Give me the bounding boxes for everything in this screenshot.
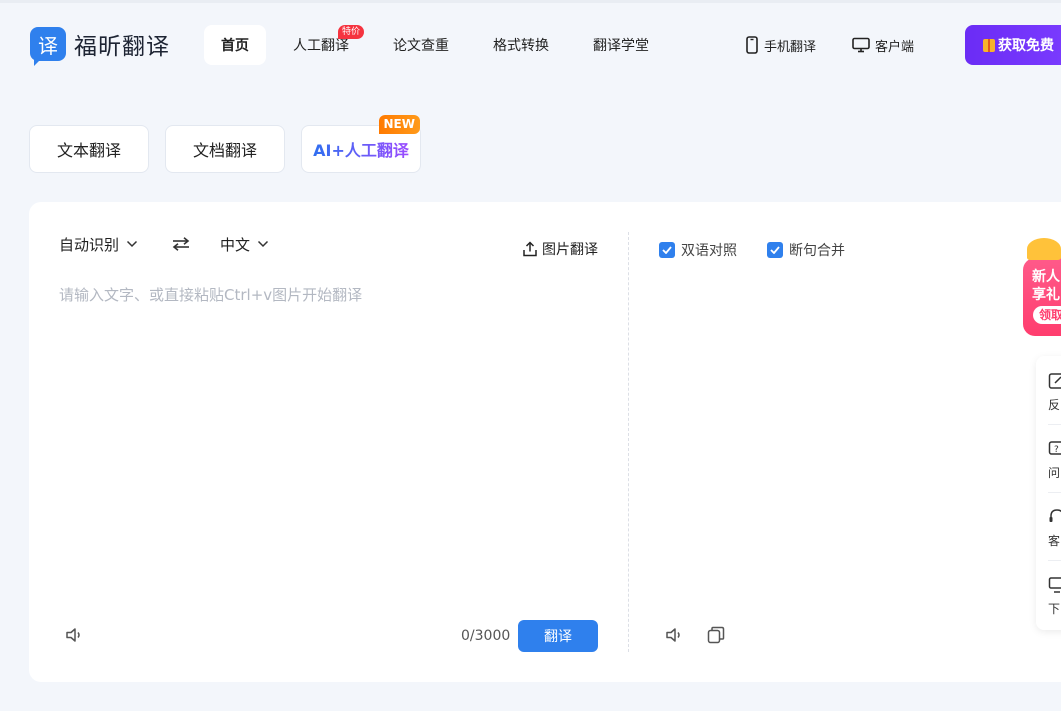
tool-label: 反	[1048, 398, 1061, 412]
newcomer-gift-promo[interactable]: 新人 享礼 领取	[1023, 238, 1061, 336]
feedback-tool[interactable]: 反	[1048, 362, 1061, 422]
swap-languages-button[interactable]	[172, 237, 190, 251]
chevron-down-icon	[258, 240, 269, 248]
header: 译 福昕翻译 首页 人工翻译 特价 论文查重 格式转换 翻译学堂 手机翻译 客户…	[0, 3, 1061, 87]
question-icon: ?	[1048, 441, 1061, 455]
new-badge: NEW	[378, 115, 420, 134]
nav-label: 论文查重	[393, 38, 449, 54]
mobile-translate-link[interactable]: 手机翻译	[745, 25, 816, 65]
logo-icon: 译	[30, 27, 66, 66]
nav-label: 格式转换	[493, 38, 549, 54]
tab-label: 文本翻译	[56, 141, 121, 160]
swap-icon	[172, 237, 190, 251]
tool-divider	[1048, 424, 1061, 425]
special-price-badge: 特价	[337, 25, 364, 39]
source-language-select[interactable]: 自动识别	[59, 234, 138, 255]
gift-bow-icon	[1027, 238, 1061, 260]
nav-item-plagiarism-check[interactable]: 论文查重	[376, 25, 466, 65]
side-toolbar: 反 ? 问 客 下	[1036, 356, 1061, 630]
client-label: 客户端	[875, 39, 915, 55]
image-translate-label: 图片翻译	[542, 242, 598, 258]
logo[interactable]: 译 福昕翻译	[30, 27, 170, 66]
chevron-down-icon	[126, 240, 138, 248]
monitor-icon	[852, 37, 870, 53]
vip-label: 获取免费	[998, 38, 1054, 54]
svg-text:?: ?	[1054, 445, 1059, 455]
tool-label: 问	[1048, 466, 1061, 480]
download-tool[interactable]: 下	[1048, 566, 1061, 626]
tool-label: 客	[1048, 534, 1061, 548]
nav-label: 首页	[221, 38, 249, 54]
tool-divider	[1048, 560, 1061, 561]
target-language-select[interactable]: 中文	[220, 234, 269, 255]
edit-icon	[1048, 373, 1061, 389]
headset-icon	[1049, 509, 1061, 522]
gift-icon	[983, 38, 995, 52]
speaker-icon	[666, 628, 680, 642]
upload-icon	[523, 241, 537, 257]
promo-line1: 新人	[1032, 269, 1060, 285]
header-right: 手机翻译 客户端	[745, 25, 950, 65]
tool-divider	[1048, 492, 1061, 493]
source-language-label: 自动识别	[59, 235, 120, 254]
char-counter: 0/3000	[461, 628, 511, 644]
tab-label: AI+人工翻译	[313, 137, 409, 161]
language-bar: 自动识别 中文	[59, 232, 269, 256]
promo-line2: 享礼	[1032, 287, 1060, 303]
nav-item-translation-school[interactable]: 翻译学堂	[576, 25, 666, 65]
phone-icon	[746, 36, 758, 54]
client-download-link[interactable]: 客户端	[852, 25, 914, 65]
source-text-input[interactable]	[59, 284, 599, 574]
checkbox-checked-icon	[659, 242, 675, 258]
tab-document-translation[interactable]: 文档翻译	[165, 125, 285, 173]
merge-label: 断句合并	[789, 243, 845, 259]
tab-text-translation[interactable]: 文本翻译	[29, 125, 149, 173]
bilingual-toggle[interactable]: 双语对照	[659, 240, 737, 260]
mobile-label: 手机翻译	[764, 39, 817, 55]
panel-divider	[628, 232, 629, 652]
help-tool[interactable]: ? 问	[1048, 430, 1061, 490]
tab-ai-human-translation[interactable]: AI+人工翻译 NEW	[301, 115, 421, 173]
copy-result-button[interactable]	[707, 626, 725, 648]
claim-button[interactable]: 领取	[1033, 306, 1061, 324]
nav-label: 翻译学堂	[593, 38, 649, 54]
get-free-vip-button[interactable]: 获取免费	[965, 25, 1061, 65]
customer-service-tool[interactable]: 客	[1048, 498, 1061, 558]
translate-button[interactable]: 翻译	[518, 620, 598, 652]
target-speak-button[interactable]	[665, 626, 685, 648]
main-nav: 首页 人工翻译 特价 论文查重 格式转换 翻译学堂	[204, 25, 676, 65]
tool-label: 下	[1048, 602, 1061, 616]
source-speak-button[interactable]	[65, 626, 85, 648]
tab-label: 文档翻译	[192, 141, 257, 160]
copy-icon	[707, 626, 725, 644]
target-language-label: 中文	[220, 235, 251, 254]
monitor-icon	[1048, 577, 1061, 593]
merge-sentences-toggle[interactable]: 断句合并	[767, 240, 845, 260]
speaker-icon	[66, 628, 80, 642]
nav-item-human-translation[interactable]: 人工翻译 特价	[276, 25, 366, 65]
checkbox-checked-icon	[767, 242, 783, 258]
image-translate-button[interactable]: 图片翻译	[522, 239, 598, 259]
logo-text: 福昕翻译	[74, 34, 170, 60]
mode-tabs: 文本翻译 文档翻译 AI+人工翻译 NEW	[29, 115, 437, 173]
translate-card: 自动识别 中文 图片翻译 0/3000 翻译 双语对照 断句合并	[29, 202, 1061, 682]
nav-item-home[interactable]: 首页	[204, 25, 266, 65]
nav-item-format-convert[interactable]: 格式转换	[476, 25, 566, 65]
bilingual-label: 双语对照	[681, 243, 737, 259]
